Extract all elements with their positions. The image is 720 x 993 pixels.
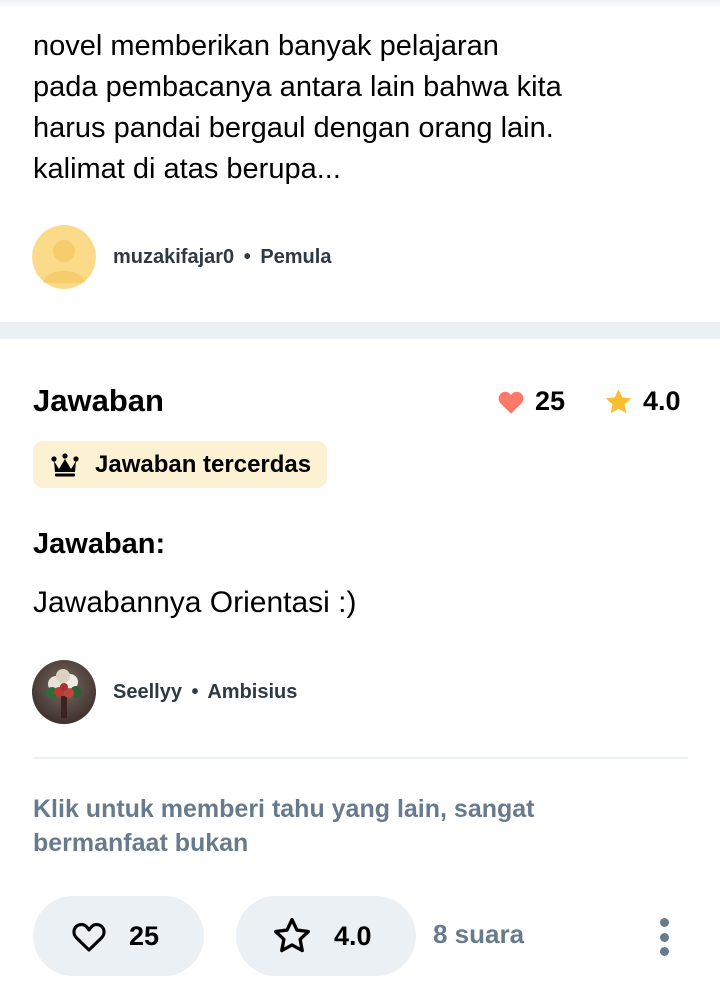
default-avatar-icon[interactable] [32, 225, 96, 289]
badge-label: Jawaban tercerdas [95, 450, 312, 478]
answer-section-title: Jawaban [33, 383, 164, 418]
answer-heading: Jawaban: [33, 528, 166, 560]
separator-dot: • [243, 245, 251, 268]
more-dot [659, 947, 669, 956]
more-vertical-icon[interactable] [650, 914, 678, 960]
question-line: kalimat di atas berupa... [33, 153, 341, 185]
author-rank: Pemula [260, 245, 332, 268]
feedback-prompt: Klik untuk memberi tahu yang lain, sanga… [33, 795, 535, 857]
thanks-button[interactable]: 25 [33, 896, 204, 976]
answer-text: Jawabannya Orientasi :) [33, 586, 357, 619]
star-outline-icon [273, 917, 311, 953]
likes-count: 25 [535, 386, 566, 416]
author-name[interactable]: muzakifajar0 [113, 246, 234, 268]
brainliest-badge: Jawaban tercerdas [33, 441, 328, 488]
divider-line [33, 757, 688, 759]
answer-author[interactable]: Seellyy • Ambisius [32, 660, 297, 724]
question-text: novel memberikan banyak pelajaran pada p… [33, 26, 693, 190]
question-author-info: muzakifajar0 • Pemula [113, 246, 331, 269]
answer-likes: 25 [497, 386, 565, 417]
user-avatar[interactable] [32, 660, 96, 724]
question-author[interactable]: muzakifajar0 • Pemula [32, 225, 331, 289]
answer-author-info: Seellyy • Ambisius [113, 681, 297, 704]
heart-outline-icon [72, 922, 106, 952]
top-shadow [0, 0, 720, 8]
author-name[interactable]: Seellyy [113, 681, 182, 703]
crown-icon [51, 452, 79, 476]
more-dot [659, 918, 669, 927]
more-dot [659, 932, 669, 942]
question-line: harus pandai bergaul dengan orang lain. [33, 112, 554, 144]
rating-value: 4.0 [334, 920, 372, 951]
separator-dot: • [191, 680, 199, 703]
thanks-count: 25 [129, 920, 160, 951]
author-rank: Ambisius [207, 680, 298, 703]
vote-count: 8 suara [433, 919, 525, 949]
question-line: novel memberikan banyak pelajaran [33, 30, 499, 62]
section-divider [0, 322, 720, 339]
star-icon [605, 388, 632, 413]
rate-button[interactable]: 4.0 [236, 896, 416, 976]
answer-rating: 4.0 [604, 386, 681, 417]
heart-icon [498, 391, 524, 414]
rating-value: 4.0 [643, 386, 681, 416]
question-line: pada pembacanya antara lain bahwa kita [33, 71, 562, 103]
